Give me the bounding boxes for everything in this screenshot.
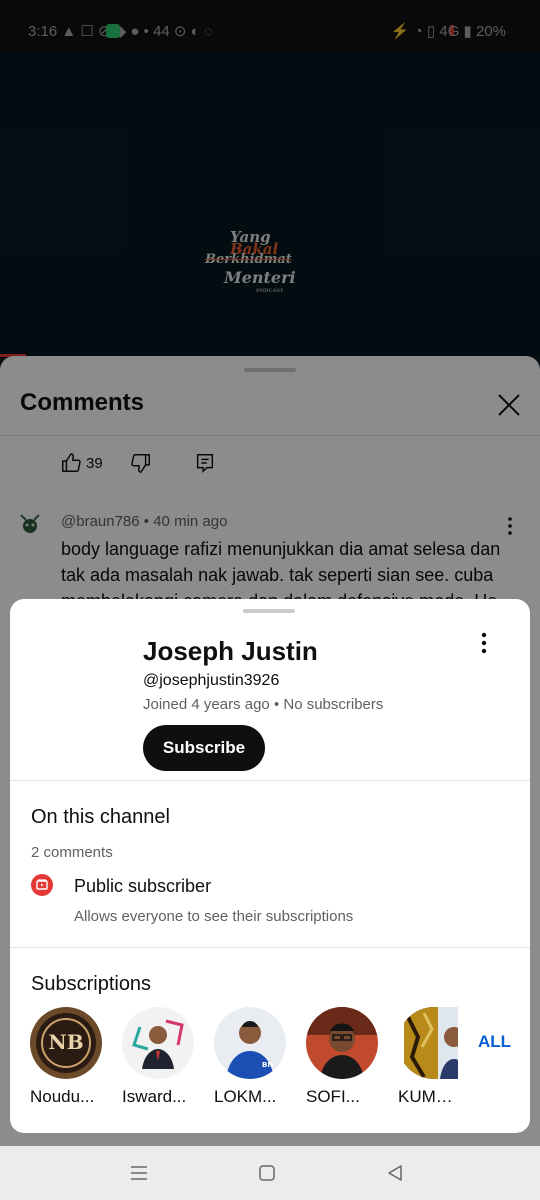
on-this-channel-title: On this channel: [31, 806, 170, 828]
svg-text:NB: NB: [48, 1030, 83, 1054]
more-vert-icon: [481, 632, 487, 654]
subscription-item[interactable]: KUMB...: [398, 1007, 458, 1107]
svg-text:BN: BN: [262, 1061, 273, 1069]
back-button[interactable]: [384, 1162, 406, 1184]
subscription-item[interactable]: BN LOKM...: [214, 1007, 288, 1107]
card-more-button[interactable]: [472, 629, 496, 657]
subscription-item[interactable]: Isward...: [122, 1007, 196, 1107]
joined-text: Joined 4 years ago: [143, 696, 270, 713]
public-subscriber-desc: Allows everyone to see their subscriptio…: [74, 908, 354, 925]
subscription-item[interactable]: SOFI...: [306, 1007, 380, 1107]
sofi-avatar: [306, 1007, 378, 1079]
system-nav-bar: [0, 1146, 540, 1200]
subscription-label: LOKM...: [214, 1087, 277, 1106]
channel-joined: Joined 4 years ago • No subscribers: [143, 696, 383, 713]
lokman-avatar: BN: [214, 1007, 286, 1079]
subscriptions-title: Subscriptions: [31, 973, 152, 995]
recents-button[interactable]: [128, 1162, 150, 1184]
iswardi-avatar: [122, 1007, 194, 1079]
subscriber-count: No subscribers: [283, 696, 384, 713]
card-drag-handle[interactable]: [243, 609, 295, 613]
divider: [10, 780, 530, 781]
comments-count: 2 comments: [31, 844, 113, 861]
kumb-avatar: [398, 1007, 458, 1079]
home-button[interactable]: [256, 1162, 278, 1184]
subscription-label: KUMB...: [398, 1087, 458, 1106]
all-subscriptions-link[interactable]: ALL: [478, 1032, 511, 1052]
channel-name: Joseph Justin: [143, 636, 318, 666]
channel-info-card: Joseph Justin @josephjustin3926 Joined 4…: [10, 599, 530, 1133]
public-subscriber-title: Public subscriber: [74, 876, 212, 896]
subscribe-button[interactable]: Subscribe: [143, 725, 265, 771]
home-icon: [259, 1165, 275, 1181]
divider: [10, 947, 530, 948]
nb-logo-avatar: NB: [30, 1007, 102, 1079]
subscription-label: Noudu...: [30, 1087, 95, 1106]
back-icon: [388, 1165, 402, 1181]
youtube-subscriptions-icon: [30, 873, 54, 897]
meta-separator: •: [273, 696, 284, 713]
subscription-item[interactable]: NB Noudu...: [30, 1007, 104, 1107]
subscription-label: SOFI...: [306, 1087, 360, 1106]
menu-icon: [131, 1166, 147, 1180]
channel-handle: @josephjustin3926: [143, 672, 280, 689]
subscription-label: Isward...: [122, 1087, 187, 1106]
